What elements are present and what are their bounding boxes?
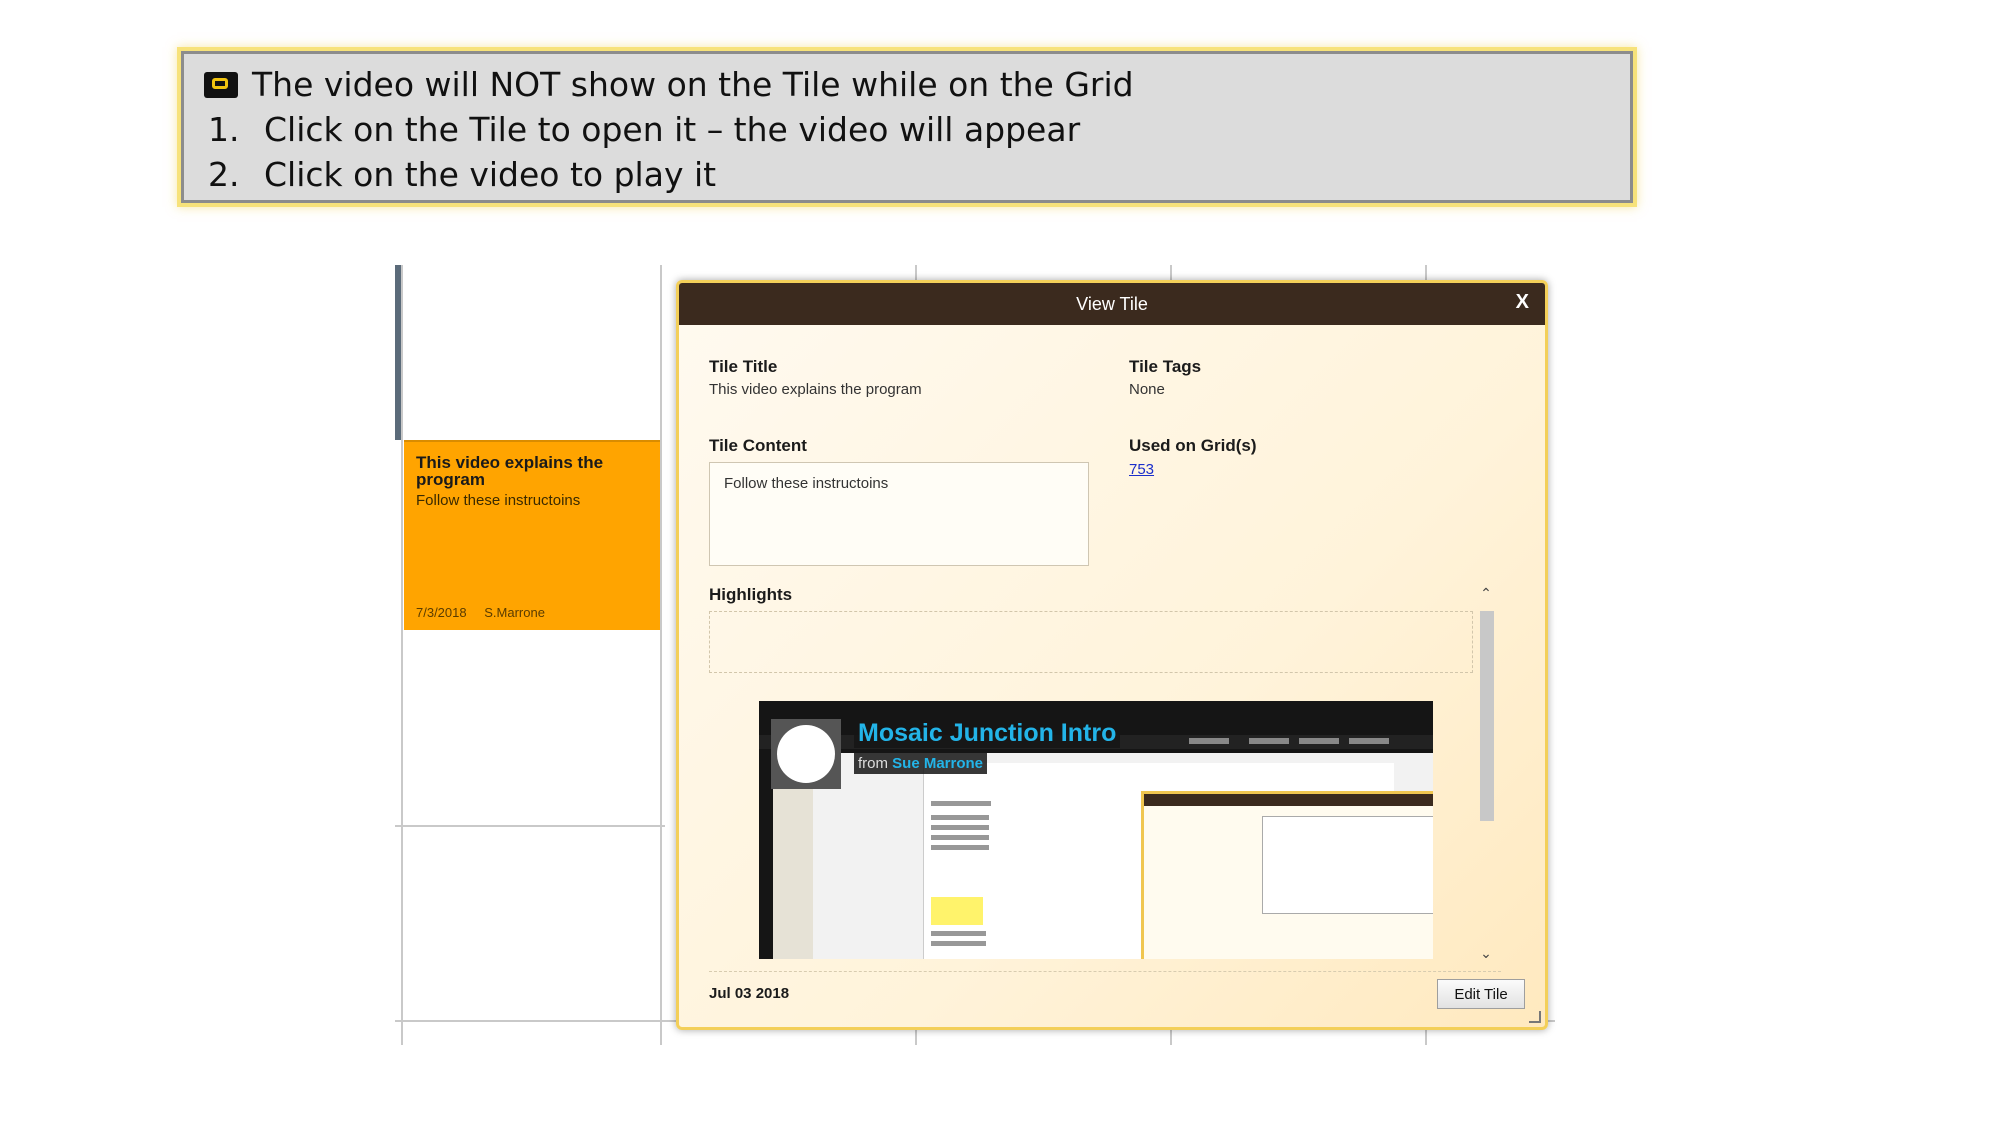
used-on-grids-label: Used on Grid(s) (1129, 436, 1257, 455)
highlights-label: Highlights (709, 585, 793, 604)
video-frame-modal (1141, 791, 1433, 959)
tile-author: S.Marrone (484, 605, 545, 620)
video-author-link[interactable]: Sue Marrone (892, 755, 983, 772)
step-text: Click on the Tile to open it – the video… (264, 110, 1081, 149)
resize-grip-icon[interactable] (1529, 1011, 1541, 1023)
grid-line (401, 265, 403, 1045)
chevron-up-icon[interactable]: ⌃ (1475, 583, 1497, 603)
tile-tags-value: None (1129, 381, 1165, 398)
footer-divider (709, 971, 1501, 972)
modal-footer-date: Jul 03 2018 (709, 985, 790, 1002)
video-title[interactable]: Mosaic Junction Intro (854, 719, 1121, 748)
avatar (771, 719, 841, 789)
tile-content-box: Follow these instructoins (709, 462, 1089, 566)
step-number: 1. (208, 110, 240, 149)
step-text: Click on the video to play it (264, 155, 717, 194)
edit-tile-button[interactable]: Edit Tile (1437, 979, 1525, 1009)
tile-title-value: This video explains the program (709, 381, 922, 398)
content-scrollbar[interactable]: ⌃ ⌄ (1475, 583, 1497, 963)
modal-title: View Tile (1076, 293, 1148, 314)
grid-line (660, 265, 662, 1045)
video-tile-icon (204, 71, 238, 98)
tile-content-label: Tile Content (709, 436, 807, 455)
view-tile-modal: View Tile X Tile Title This video explai… (676, 280, 1548, 1030)
scrollbar-thumb[interactable] (1480, 611, 1494, 821)
callout-headline: The video will NOT show on the Tile whil… (252, 65, 1134, 104)
callout-step: 2. Click on the video to play it (198, 152, 1616, 197)
tile-title: This video explains the program (416, 453, 604, 489)
tile-title-label: Tile Title (709, 357, 778, 376)
close-button[interactable]: X (1516, 291, 1529, 314)
grid-line (395, 825, 665, 827)
tile-tags-label: Tile Tags (1129, 357, 1202, 376)
tile-date: 7/3/2018 (416, 605, 467, 620)
modal-header: View Tile X (679, 283, 1545, 325)
video-byline: from Sue Marrone (854, 753, 988, 774)
step-number: 2. (208, 155, 240, 194)
grid-link[interactable]: 753 (1129, 461, 1154, 478)
chevron-down-icon[interactable]: ⌄ (1475, 943, 1497, 963)
highlights-box (709, 611, 1473, 673)
tile-meta: 7/3/2018 S.Marrone (416, 605, 545, 620)
video-from-label: from (858, 755, 888, 772)
grid-tile[interactable]: This video explains the program Follow t… (404, 440, 660, 630)
callout-step: 1. Click on the Tile to open it – the vi… (198, 107, 1616, 152)
instruction-callout: The video will NOT show on the Tile whil… (181, 51, 1633, 203)
video-player[interactable]: Mosaic Junction Intro from Sue Marrone (759, 701, 1433, 959)
callout-headline-row: The video will NOT show on the Tile whil… (198, 62, 1616, 107)
tile-body: Follow these instructoins (416, 492, 581, 509)
